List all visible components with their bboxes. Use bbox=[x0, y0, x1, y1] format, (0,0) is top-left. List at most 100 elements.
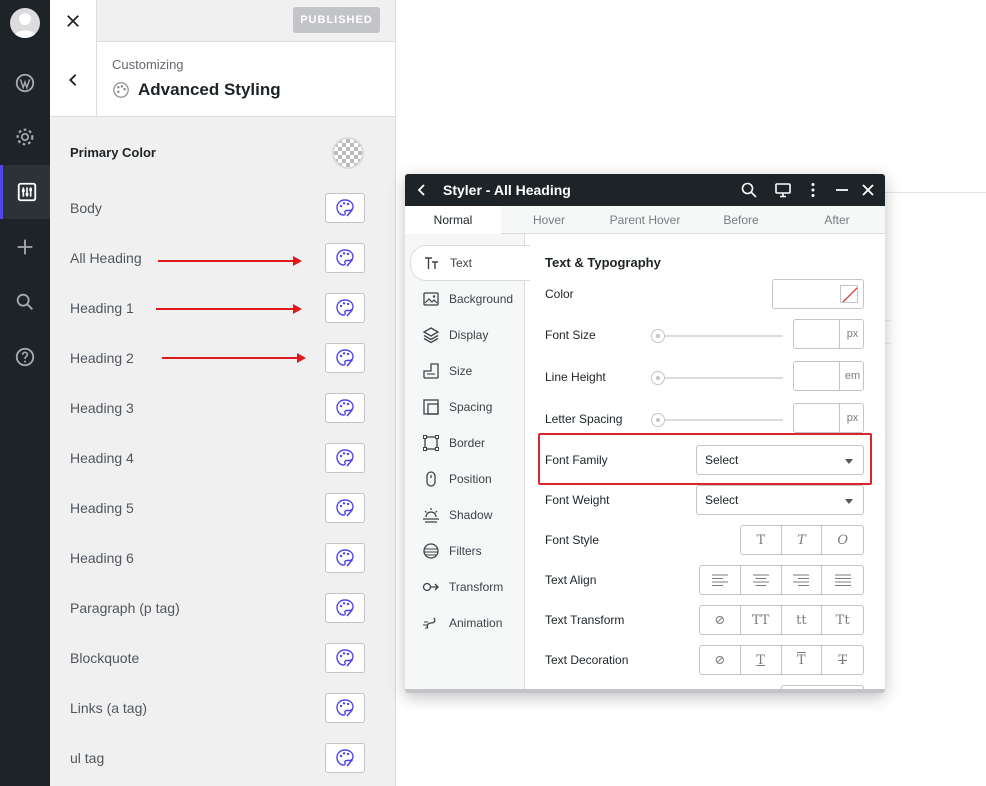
line-height-unit[interactable]: em bbox=[841, 362, 864, 390]
transform-lowercase-button[interactable]: tt bbox=[782, 606, 823, 634]
tab-parent-hover[interactable]: Parent Hover bbox=[597, 206, 693, 234]
transform-uppercase-button[interactable]: TT bbox=[741, 606, 782, 634]
sidebar-item-label: Position bbox=[449, 472, 492, 486]
search-icon[interactable] bbox=[740, 181, 758, 199]
letter-spacing-unit[interactable]: px bbox=[841, 404, 864, 432]
style-row-label: Heading 2 bbox=[70, 350, 134, 366]
align-right-icon[interactable] bbox=[782, 566, 823, 594]
decoration-overline-button[interactable]: T bbox=[782, 646, 823, 674]
palette-brush-icon bbox=[336, 749, 354, 767]
chevron-left-icon bbox=[69, 73, 77, 86]
font-size-value-field[interactable] bbox=[794, 320, 840, 348]
open-styler-button[interactable] bbox=[325, 493, 365, 523]
text-align-label: Text Align bbox=[545, 573, 597, 587]
primary-color-picker[interactable] bbox=[332, 137, 364, 169]
slider-handle[interactable] bbox=[651, 413, 665, 427]
open-styler-button[interactable] bbox=[325, 443, 365, 473]
more-vertical-icon[interactable] bbox=[804, 181, 822, 199]
decoration-underline-button[interactable]: T bbox=[741, 646, 782, 674]
open-styler-button[interactable] bbox=[325, 293, 365, 323]
horizontal-scrollbar[interactable] bbox=[405, 689, 885, 693]
open-styler-button[interactable] bbox=[325, 593, 365, 623]
published-button[interactable]: PUBLISHED bbox=[293, 7, 380, 33]
sidebar-item-filters[interactable]: Filters bbox=[405, 533, 524, 569]
styler-title: Styler - All Heading bbox=[443, 182, 571, 198]
sidebar-item-spacing[interactable]: Spacing bbox=[405, 389, 524, 425]
help-icon[interactable] bbox=[0, 330, 50, 384]
search-icon[interactable] bbox=[0, 275, 50, 329]
letter-spacing-slider[interactable] bbox=[651, 413, 783, 427]
open-styler-button[interactable] bbox=[325, 543, 365, 573]
open-styler-button[interactable] bbox=[325, 643, 365, 673]
styler-icon[interactable] bbox=[0, 165, 50, 219]
slider-handle[interactable] bbox=[651, 371, 665, 385]
tab-before[interactable]: Before bbox=[693, 206, 789, 234]
tab-normal[interactable]: Normal bbox=[405, 206, 501, 235]
palette-brush-icon bbox=[336, 399, 354, 417]
style-row-label: Heading 5 bbox=[70, 500, 134, 516]
sidebar-item-transform[interactable]: Transform bbox=[405, 569, 524, 605]
styler-tabs: Normal Hover Parent Hover Before After bbox=[405, 206, 885, 235]
tab-after[interactable]: After bbox=[789, 206, 885, 234]
sidebar-item-animation[interactable]: Animation bbox=[405, 605, 524, 641]
font-style-italic-button[interactable]: T bbox=[782, 526, 823, 554]
open-styler-button[interactable] bbox=[325, 393, 365, 423]
slider-handle[interactable] bbox=[651, 329, 665, 343]
font-style-oblique-button[interactable]: O bbox=[822, 526, 863, 554]
decoration-none-button[interactable]: ⊘ bbox=[700, 646, 741, 674]
font-style-normal-button[interactable]: T bbox=[741, 526, 782, 554]
open-styler-button[interactable] bbox=[325, 343, 365, 373]
page-title: Advanced Styling bbox=[112, 80, 281, 100]
tab-hover[interactable]: Hover bbox=[501, 206, 597, 234]
annotation-highlight-box bbox=[538, 433, 872, 485]
font-size-slider[interactable] bbox=[651, 329, 783, 343]
sidebar-item-label: Transform bbox=[449, 580, 504, 594]
align-justify-icon[interactable] bbox=[822, 566, 863, 594]
transform-capitalize-button[interactable]: Tt bbox=[822, 606, 863, 634]
sidebar-item-border[interactable]: Border bbox=[405, 425, 524, 461]
sidebar-item-label: Background bbox=[449, 292, 514, 306]
close-icon[interactable] bbox=[859, 181, 877, 199]
open-styler-button[interactable] bbox=[325, 193, 365, 223]
settings-gear-icon[interactable] bbox=[0, 110, 50, 164]
style-row-label: Links (a tag) bbox=[70, 700, 148, 716]
palette-brush-icon bbox=[336, 449, 354, 467]
align-center-icon[interactable] bbox=[741, 566, 782, 594]
sidebar-item-position[interactable]: Position bbox=[405, 461, 524, 497]
sun-icon bbox=[423, 508, 439, 523]
section-title: Text & Typography bbox=[545, 255, 661, 270]
style-row-label: Body bbox=[70, 200, 102, 216]
sidebar-item-display[interactable]: Display bbox=[405, 317, 524, 353]
line-height-input[interactable]: em bbox=[793, 361, 864, 391]
sidebar-item-label: Filters bbox=[449, 544, 482, 558]
sidebar-item-size[interactable]: Size bbox=[405, 353, 524, 389]
close-button[interactable] bbox=[50, 0, 97, 42]
sidebar-item-text[interactable]: Text bbox=[410, 245, 530, 281]
add-icon[interactable] bbox=[0, 220, 50, 274]
decoration-strikethrough-button[interactable]: T bbox=[822, 646, 863, 674]
font-size-unit[interactable]: px bbox=[841, 320, 864, 348]
open-styler-button[interactable] bbox=[325, 693, 365, 723]
font-weight-select[interactable]: Select bbox=[696, 485, 864, 515]
desktop-icon[interactable] bbox=[774, 181, 792, 199]
chevron-left-icon[interactable] bbox=[413, 180, 429, 200]
line-height-slider[interactable] bbox=[651, 371, 783, 385]
open-styler-button[interactable] bbox=[325, 743, 365, 773]
sidebar-item-shadow[interactable]: Shadow bbox=[405, 497, 524, 533]
avatar[interactable] bbox=[10, 8, 40, 38]
open-styler-button[interactable] bbox=[325, 243, 365, 273]
font-size-input[interactable]: px bbox=[793, 319, 864, 349]
sidebar-item-background[interactable]: Background bbox=[405, 281, 524, 317]
palette-brush-icon bbox=[336, 299, 354, 317]
letter-spacing-input[interactable]: px bbox=[793, 403, 864, 433]
line-height-value-field[interactable] bbox=[794, 362, 840, 390]
minimize-icon[interactable] bbox=[833, 181, 851, 199]
color-picker[interactable] bbox=[772, 279, 864, 309]
back-button[interactable] bbox=[50, 42, 97, 117]
align-left-icon[interactable] bbox=[700, 566, 741, 594]
wordpress-icon[interactable] bbox=[0, 56, 50, 110]
panel-header: Customizing Advanced Styling bbox=[50, 42, 395, 117]
animation-icon bbox=[423, 617, 436, 629]
transform-none-button[interactable]: ⊘ bbox=[700, 606, 741, 634]
letter-spacing-value-field[interactable] bbox=[794, 404, 840, 432]
